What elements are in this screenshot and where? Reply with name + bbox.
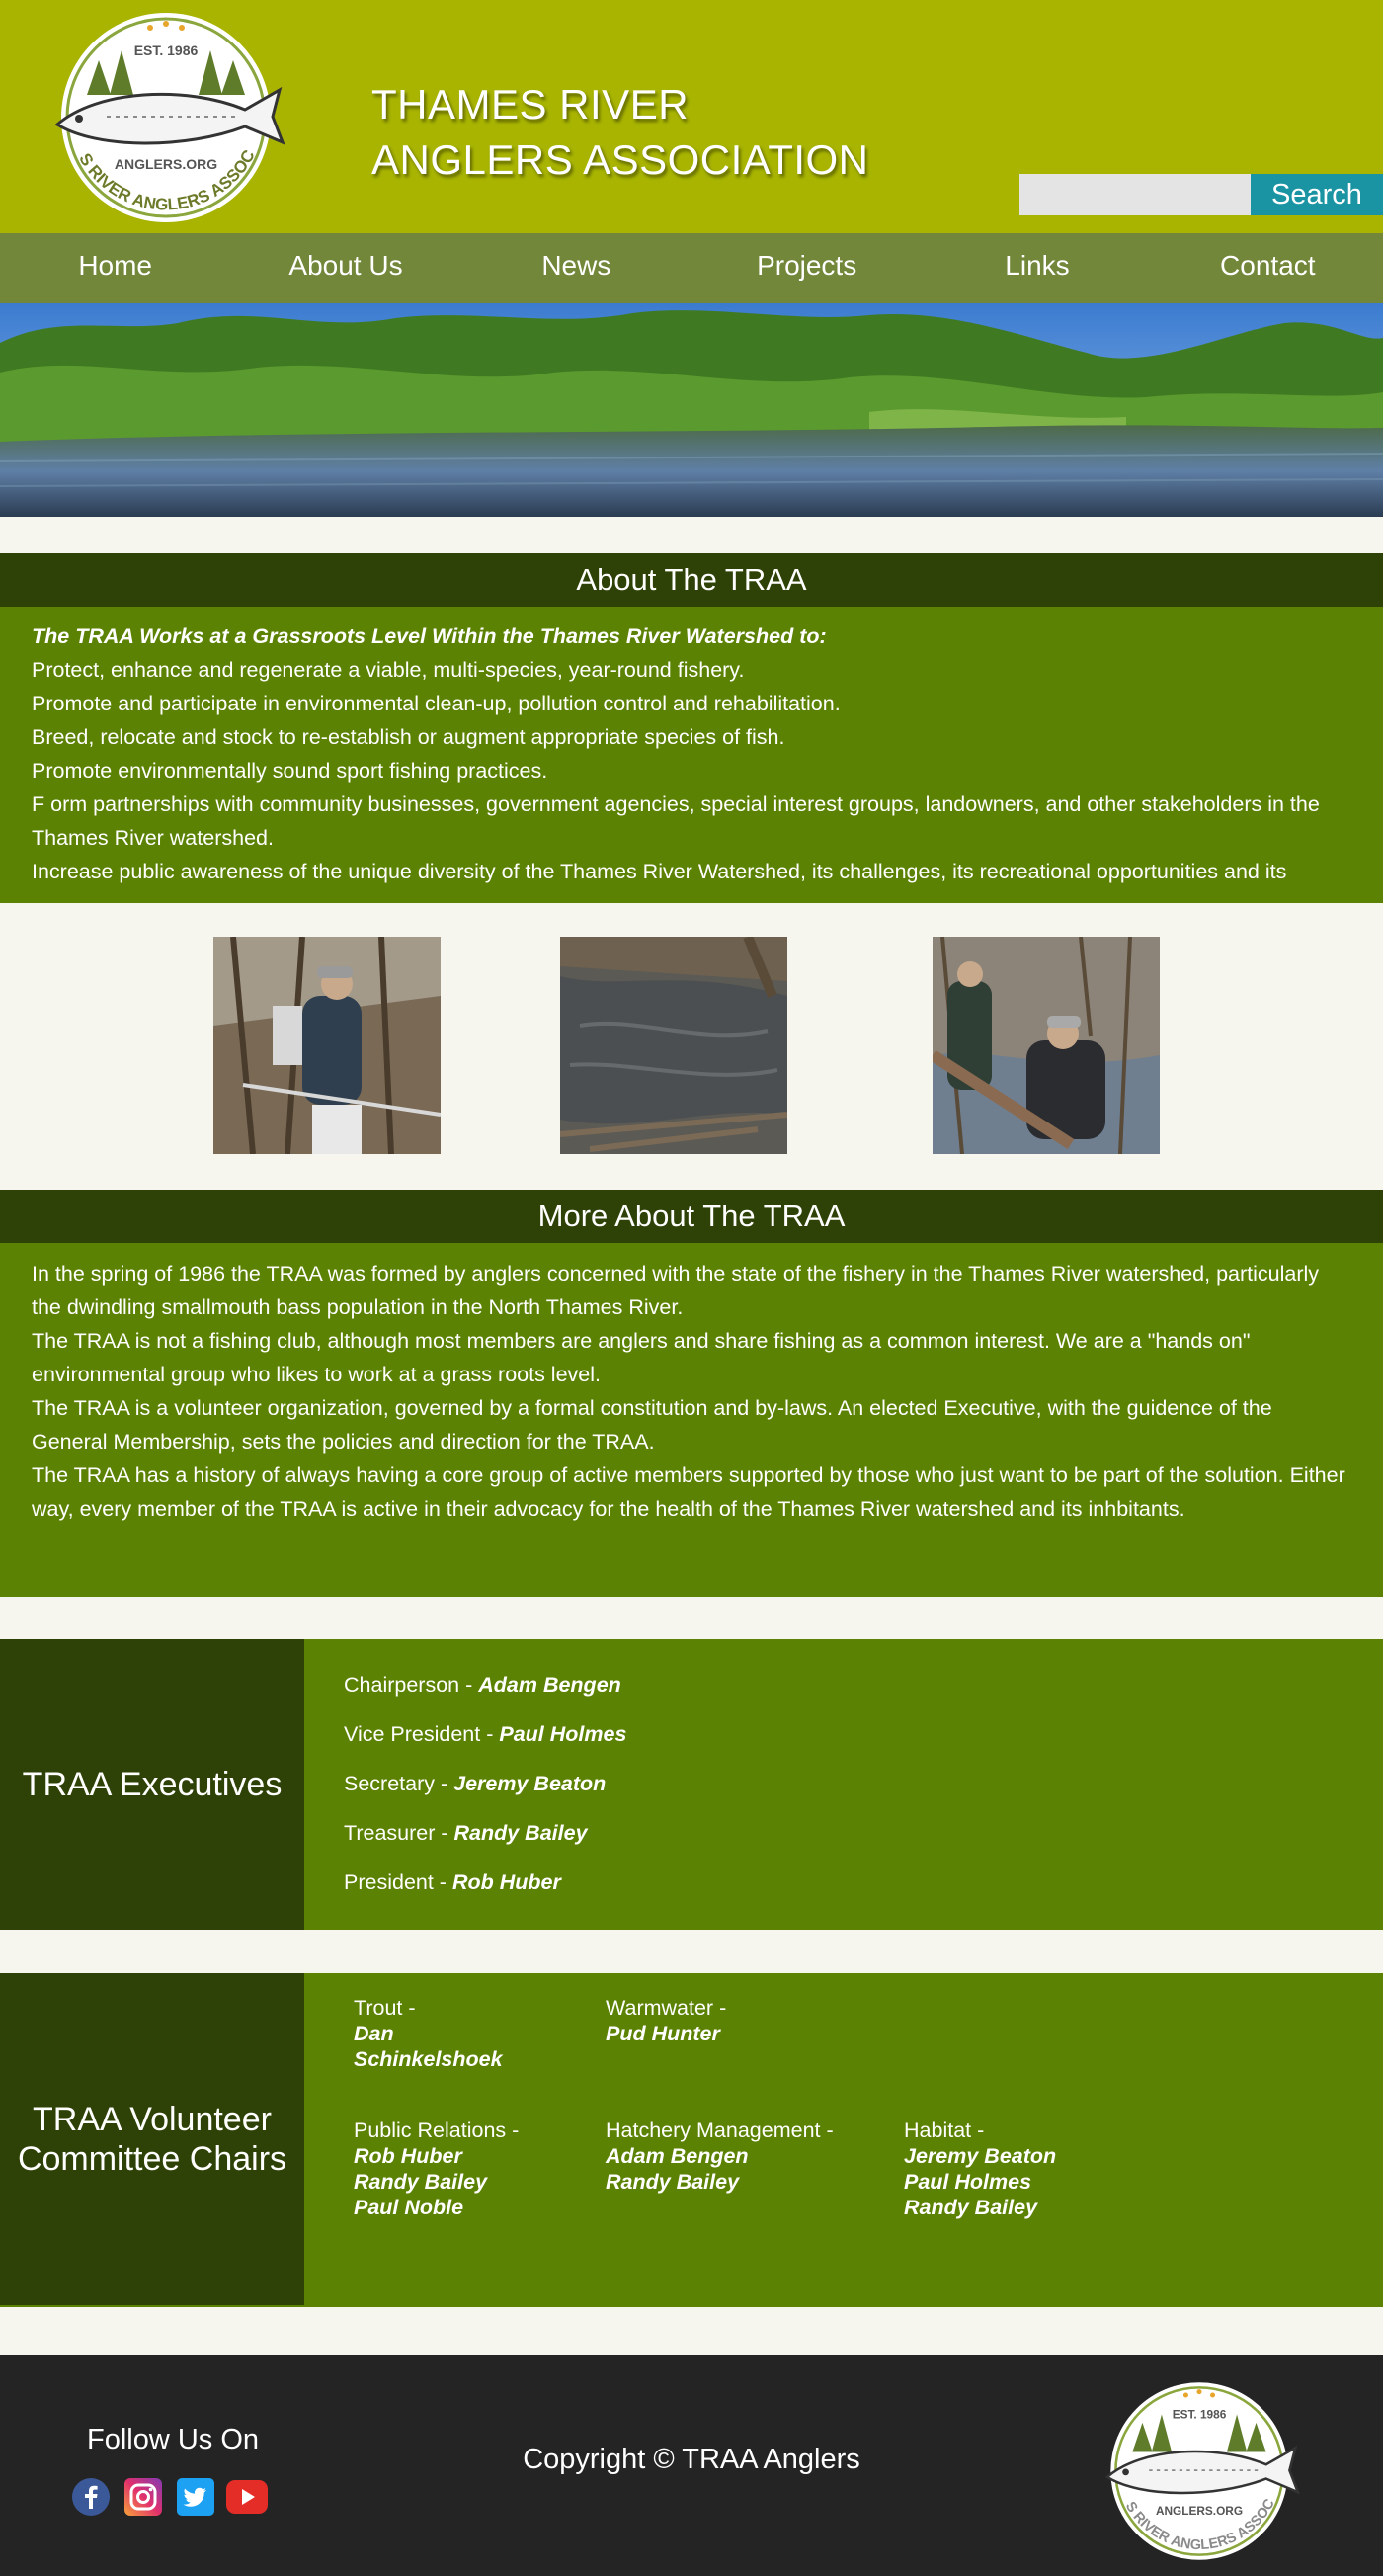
committee-warmwater: Warmwater - Pud Hunter bbox=[606, 1995, 862, 2046]
nav-links[interactable]: Links bbox=[922, 233, 1152, 303]
more-about-paragraph: The TRAA is a volunteer organization, go… bbox=[32, 1396, 1272, 1454]
executive-name: Randy Bailey bbox=[453, 1821, 588, 1845]
committee-member: Adam Bengen bbox=[606, 2144, 749, 2168]
more-about-body: In the spring of 1986 the TRAA was forme… bbox=[0, 1243, 1383, 1597]
more-about-paragraph: The TRAA is not a fishing club, although… bbox=[32, 1329, 1251, 1386]
executive-name: Rob Huber bbox=[451, 1870, 561, 1894]
committee-member: Schinkelshoek bbox=[354, 2047, 503, 2071]
executives-heading: TRAA Executives bbox=[0, 1639, 304, 1930]
svg-text:ANGLERS.ORG: ANGLERS.ORG bbox=[115, 156, 217, 172]
svg-text:EST. 1986: EST. 1986 bbox=[134, 42, 199, 58]
main-nav: Home About Us News Projects Links Contac… bbox=[0, 233, 1383, 303]
about-heading: About The TRAA bbox=[0, 553, 1383, 607]
executive-row: Vice President - Paul Holmes bbox=[344, 1722, 626, 1772]
committee-member: Paul Holmes bbox=[904, 2170, 1032, 2194]
committee-member: Paul Noble bbox=[354, 2196, 464, 2219]
twitter-icon[interactable] bbox=[176, 2477, 215, 2517]
instagram-icon[interactable] bbox=[123, 2477, 163, 2517]
committee-member: Randy Bailey bbox=[354, 2170, 488, 2194]
facebook-icon[interactable] bbox=[71, 2477, 111, 2517]
committee-heading-line2: Committee Chairs bbox=[17, 2140, 287, 2178]
more-about-heading: More About The TRAA bbox=[0, 1190, 1383, 1243]
search-input[interactable] bbox=[1019, 174, 1251, 215]
executive-row: Chairperson - Adam Bengen bbox=[344, 1673, 626, 1722]
committee-member: Rob Huber bbox=[354, 2144, 462, 2168]
committee-habitat: Habitat - Jeremy Beaton Paul Holmes Rand… bbox=[904, 2118, 1161, 2220]
about-intro: The TRAA Works at a Grassroots Level Wit… bbox=[32, 624, 827, 648]
committee-section: TRAA Volunteer Committee Chairs Trout - D… bbox=[0, 1973, 1383, 2307]
volunteer-photo-2[interactable] bbox=[933, 937, 1160, 1154]
executive-row: Secretary - Jeremy Beaton bbox=[344, 1772, 626, 1821]
about-item: Promote environmentally sound sport fish… bbox=[32, 759, 548, 783]
nav-about-us[interactable]: About Us bbox=[230, 233, 460, 303]
executives-list: Chairperson - Adam Bengen Vice President… bbox=[344, 1673, 626, 1920]
committee-member: Pud Hunter bbox=[606, 2022, 720, 2045]
youtube-icon[interactable] bbox=[225, 2477, 269, 2517]
site-title: THAMES RIVER ANGLERS ASSOCIATION bbox=[371, 77, 869, 188]
committee-heading-line1: TRAA Volunteer bbox=[33, 2101, 272, 2138]
about-item: Breed, relocate and stock to re-establis… bbox=[32, 725, 785, 749]
committee-role: Habitat - bbox=[904, 2119, 985, 2142]
footer-logo[interactable]: EST. 1986 ANGLERS.ORG THAMES RIVER ANGLE… bbox=[1091, 2376, 1308, 2566]
nav-contact[interactable]: Contact bbox=[1153, 233, 1383, 303]
committee-role: Warmwater - bbox=[606, 1996, 727, 2020]
about-item: Increase public awareness of the unique … bbox=[32, 860, 1287, 883]
committee-role: Hatchery Management - bbox=[606, 2119, 834, 2142]
committee-heading: TRAA Volunteer Committee Chairs bbox=[0, 1973, 304, 2305]
site-footer: Follow Us On Copyright © TRAA Anglers ES… bbox=[0, 2355, 1383, 2576]
executive-role: President - bbox=[344, 1870, 452, 1894]
nav-news[interactable]: News bbox=[461, 233, 692, 303]
committee-member: Randy Bailey bbox=[606, 2170, 740, 2194]
committee-trout: Trout - Dan Schinkelshoek bbox=[354, 1995, 610, 2072]
nav-projects[interactable]: Projects bbox=[692, 233, 922, 303]
about-item: F orm partnerships with community busine… bbox=[32, 792, 1320, 850]
traa-logo[interactable]: EST. 1986 ANGLERS.ORG THAMES RIVER ANGLE… bbox=[38, 6, 294, 229]
svg-text:ANGLERS.ORG: ANGLERS.ORG bbox=[1156, 2504, 1243, 2518]
river-water-photo[interactable] bbox=[560, 937, 787, 1154]
committee-hatchery-management: Hatchery Management - Adam Bengen Randy … bbox=[606, 2118, 862, 2195]
about-item: Promote and participate in environmental… bbox=[32, 692, 841, 715]
committee-member: Dan bbox=[354, 2022, 394, 2045]
executive-row: President - Rob Huber bbox=[344, 1870, 626, 1920]
committee-member: Randy Bailey bbox=[904, 2196, 1038, 2219]
executive-role: Chairperson - bbox=[344, 1673, 479, 1697]
more-about-paragraph: The TRAA has a history of always having … bbox=[32, 1463, 1345, 1521]
executive-role: Secretary - bbox=[344, 1772, 454, 1795]
committee-public-relations: Public Relations - Rob Huber Randy Baile… bbox=[354, 2118, 610, 2220]
executive-name: Paul Holmes bbox=[499, 1722, 627, 1746]
site-header: EST. 1986 ANGLERS.ORG THAMES RIVER ANGLE… bbox=[0, 0, 1383, 233]
committee-role: Trout - bbox=[354, 1996, 416, 2020]
executive-role: Treasurer - bbox=[344, 1821, 454, 1845]
executive-name: Adam Bengen bbox=[478, 1673, 621, 1697]
committee-role: Public Relations - bbox=[354, 2119, 520, 2142]
executives-section: TRAA Executives Chairperson - Adam Benge… bbox=[0, 1639, 1383, 1930]
executive-name: Jeremy Beaton bbox=[453, 1772, 607, 1795]
committee-member: Jeremy Beaton bbox=[904, 2144, 1057, 2168]
nav-home[interactable]: Home bbox=[0, 233, 230, 303]
about-item: Protect, enhance and regenerate a viable… bbox=[32, 658, 745, 682]
search-button[interactable]: Search bbox=[1251, 174, 1383, 215]
site-title-line1: THAMES RIVER bbox=[371, 81, 690, 127]
svg-text:EST. 1986: EST. 1986 bbox=[1173, 2408, 1227, 2422]
river-banner-image bbox=[0, 303, 1383, 517]
executive-row: Treasurer - Randy Bailey bbox=[344, 1821, 626, 1870]
about-body: The TRAA Works at a Grassroots Level Wit… bbox=[0, 607, 1383, 903]
site-title-line2: ANGLERS ASSOCIATION bbox=[371, 136, 869, 183]
volunteer-photo-1[interactable] bbox=[213, 937, 441, 1154]
executive-role: Vice President - bbox=[344, 1722, 500, 1746]
more-about-paragraph: In the spring of 1986 the TRAA was forme… bbox=[32, 1262, 1320, 1319]
